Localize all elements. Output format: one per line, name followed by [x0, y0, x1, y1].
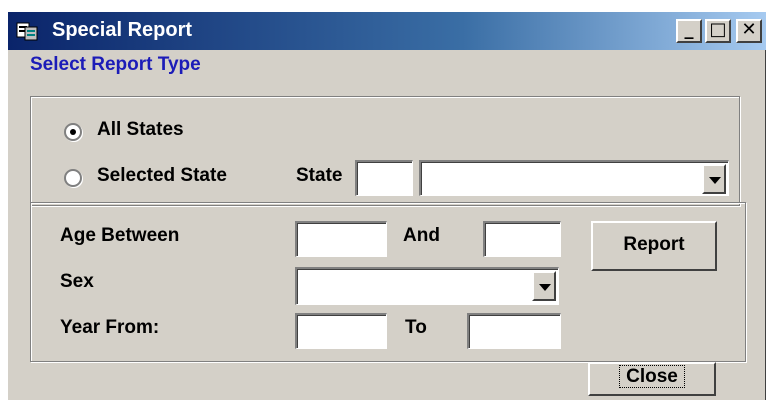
to-label: To	[405, 317, 427, 338]
window-title: Special Report	[52, 19, 193, 41]
and-label: And	[403, 225, 440, 246]
state-dropdown[interactable]	[419, 160, 729, 196]
filters-group: Age Between And Report Sex Year From: To	[30, 202, 746, 362]
minimize-button[interactable]: _	[676, 19, 702, 43]
age-from-input[interactable]	[295, 221, 387, 257]
close-icon: ✕	[741, 19, 757, 40]
year-from-input[interactable]	[295, 313, 387, 349]
special-report-window: Special Report _ □ ✕ Select Report Type …	[8, 12, 766, 400]
state-label: State	[296, 165, 343, 186]
year-from-label: Year From:	[60, 317, 160, 338]
close-window-button[interactable]: ✕	[736, 19, 762, 43]
title-bar[interactable]: Special Report _ □ ✕	[8, 12, 766, 50]
age-to-input[interactable]	[483, 221, 561, 257]
close-button[interactable]: Close	[588, 362, 716, 396]
selected-state-label: Selected State	[97, 165, 227, 186]
dropdown-arrow-icon[interactable]	[532, 271, 556, 301]
maximize-icon: □	[709, 19, 727, 40]
year-to-input[interactable]	[467, 313, 561, 349]
section-label: Select Report Type	[30, 54, 201, 75]
sex-dropdown[interactable]	[295, 267, 559, 305]
minimize-icon: _	[684, 19, 694, 40]
selected-state-radio[interactable]	[64, 169, 82, 187]
all-states-label: All States	[97, 119, 184, 140]
app-icon	[16, 22, 38, 41]
state-code-input[interactable]	[355, 160, 413, 196]
report-type-group: All States Selected State State	[30, 96, 740, 206]
all-states-radio[interactable]	[64, 123, 82, 141]
report-button[interactable]: Report	[591, 221, 717, 271]
sex-label: Sex	[60, 271, 94, 292]
close-button-label: Close	[619, 365, 685, 388]
dropdown-arrow-icon[interactable]	[702, 164, 726, 194]
age-between-label: Age Between	[60, 225, 180, 246]
maximize-button[interactable]: □	[705, 19, 731, 43]
